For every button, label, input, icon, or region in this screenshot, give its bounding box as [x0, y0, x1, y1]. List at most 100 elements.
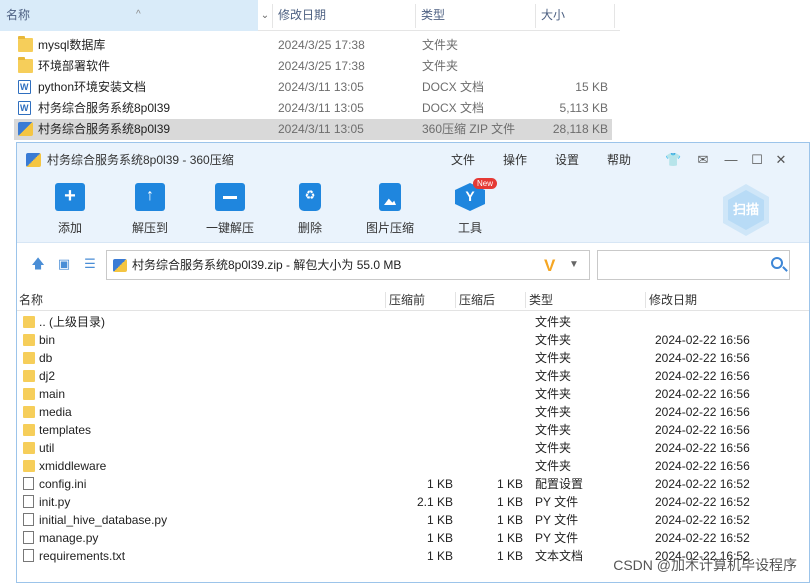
file-type: PY 文件 [535, 495, 579, 509]
maximize-button[interactable]: ☐ [749, 152, 765, 168]
app-icon [26, 153, 41, 167]
file-name: .. (上级目录) [39, 315, 105, 329]
column-modified[interactable]: 修改日期 [649, 289, 697, 311]
trash-icon [299, 183, 321, 211]
folder-icon [23, 424, 35, 436]
feedback-icon[interactable]: ✉ [695, 152, 711, 168]
column-name[interactable]: ^ 名称 [0, 0, 258, 31]
size-after: 1 KB [496, 477, 523, 491]
folder-icon [18, 36, 33, 52]
file-type: 文件夹 [535, 351, 572, 365]
column-type[interactable]: 类型 [529, 289, 553, 311]
list-item[interactable]: bin 文件夹 2024-02-22 16:56 [17, 331, 809, 349]
minimize-button[interactable]: — [723, 152, 739, 168]
list-item[interactable]: config.ini 1 KB 1 KB 配置设置 2024-02-22 16:52 [17, 475, 809, 493]
size-before: 1 KB [426, 549, 453, 563]
explorer-row[interactable]: python环境安装文档 2024/3/11 13:05 DOCX 文档 15 … [14, 77, 612, 98]
file-name: db [39, 351, 53, 365]
folder-icon [23, 406, 35, 418]
extract-to-button[interactable]: 解压到 [115, 183, 185, 236]
image-compress-button[interactable]: 图片压缩 [355, 183, 425, 236]
list-item[interactable]: .. (上级目录) 文件夹 [17, 313, 809, 331]
list-item[interactable]: dj2 文件夹 2024-02-22 16:56 [17, 367, 809, 385]
menu-help[interactable]: 帮助 [607, 143, 631, 177]
list-item[interactable]: db 文件夹 2024-02-22 16:56 [17, 349, 809, 367]
menu-operate[interactable]: 操作 [503, 143, 527, 177]
file-modified: 2024-02-22 16:56 [655, 369, 750, 383]
file-modified: 2024-02-22 16:56 [655, 423, 750, 437]
column-name[interactable]: 名称 [19, 289, 43, 311]
up-level-icon[interactable]: 🡅 [31, 257, 45, 271]
thumbnail-view-icon[interactable]: ▣ [57, 257, 71, 271]
file-name: init.py [39, 495, 71, 509]
file-name: util [39, 441, 55, 455]
file-type: 文件夹 [535, 369, 572, 383]
list-item[interactable]: util 文件夹 2024-02-22 16:56 [17, 439, 809, 457]
add-button[interactable]: 添加 [35, 183, 105, 236]
column-size[interactable]: 大小 [535, 0, 613, 31]
file-name: media [39, 405, 72, 419]
tools-button[interactable]: 工具 [435, 183, 505, 236]
file-type: PY 文件 [535, 531, 579, 545]
search-input[interactable] [597, 250, 790, 280]
file-type: 文件夹 [535, 333, 572, 347]
sort-ascending-icon: ^ [136, 9, 141, 20]
file-name: manage.py [39, 531, 99, 545]
explorer-row[interactable]: 环境部署软件 2024/3/25 17:38 文件夹 [14, 56, 612, 77]
size-before: 1 KB [426, 531, 453, 545]
archive-window: 村务综合服务系统8p0l39 - 360压缩 文件 操作 设置 帮助 👕 ✉ —… [16, 142, 810, 583]
file-type: 配置设置 [535, 477, 584, 491]
list-view-icon[interactable]: ☰ [83, 257, 97, 271]
file-name: requirements.txt [39, 549, 126, 563]
size-after: 1 KB [496, 531, 523, 545]
skin-icon[interactable]: 👕 [665, 152, 681, 168]
folder-icon [23, 370, 35, 382]
file-modified: 2024-02-22 16:56 [655, 351, 750, 365]
list-item[interactable]: initial_hive_database.py 1 KB 1 KB PY 文件 202… [17, 511, 809, 529]
address-bar-row: 🡅 ▣ ☰ 村务综合服务系统8p0l39.zip - 解包大小为 55.0 MB… [17, 243, 809, 286]
file-name: dj2 [39, 369, 56, 383]
size-after: 1 KB [496, 549, 523, 563]
file-icon [23, 513, 34, 526]
size-after: 1 KB [496, 513, 523, 527]
search-icon[interactable] [771, 257, 783, 269]
column-after[interactable]: 压缩后 [459, 289, 495, 311]
chevron-down-icon[interactable]: ▼ [569, 251, 579, 279]
title-bar[interactable]: 村务综合服务系统8p0l39 - 360压缩 文件 操作 设置 帮助 👕 ✉ —… [17, 143, 809, 177]
list-item[interactable]: main 文件夹 2024-02-22 16:56 [17, 385, 809, 403]
toolbar: 添加 解压到 一键解压 删除 图片压缩 工具 New 扫描 [17, 177, 809, 243]
window-title: 村务综合服务系统8p0l39 - 360压缩 [47, 153, 234, 167]
file-name: templates [39, 423, 92, 437]
column-before[interactable]: 压缩前 [389, 289, 425, 311]
close-button[interactable]: ✕ [773, 152, 789, 168]
file-type: 文本文档 [535, 549, 584, 563]
menu-settings[interactable]: 设置 [555, 143, 579, 177]
list-item[interactable]: media 文件夹 2024-02-22 16:56 [17, 403, 809, 421]
folder-icon [23, 442, 35, 454]
file-icon [23, 477, 34, 490]
file-type: 文件夹 [535, 423, 572, 437]
new-badge: New [473, 178, 498, 189]
file-modified: 2024-02-22 16:52 [655, 513, 750, 527]
size-before: 1 KB [426, 513, 453, 527]
column-chevron-icon[interactable]: ⌄ [258, 0, 272, 31]
list-item[interactable]: templates 文件夹 2024-02-22 16:56 [17, 421, 809, 439]
explorer-row[interactable]: 村务综合服务系统8p0l39 2024/3/11 13:05 DOCX 文档 5… [14, 98, 612, 119]
column-modified[interactable]: 修改日期 [272, 0, 414, 31]
column-type[interactable]: 类型 [415, 0, 535, 31]
list-item[interactable]: init.py 2.1 KB 1 KB PY 文件 2024-02-22 16:52 [17, 493, 809, 511]
archive-path-field[interactable]: 村务综合服务系统8p0l39.zip - 解包大小为 55.0 MB V ▼ [106, 250, 590, 280]
explorer-row[interactable]: mysql数据库 2024/3/25 17:38 文件夹 [14, 35, 612, 56]
image-file-icon [379, 183, 401, 211]
file-name: bin [39, 333, 56, 347]
menu-file[interactable]: 文件 [451, 143, 475, 177]
v-logo-icon[interactable]: V [544, 253, 555, 279]
list-item[interactable]: xmiddleware 文件夹 2024-02-22 16:56 [17, 457, 809, 475]
word-doc-icon [18, 77, 31, 98]
delete-button[interactable]: 删除 [275, 183, 345, 236]
list-item[interactable]: manage.py 1 KB 1 KB PY 文件 2024-02-22 16:52 [17, 529, 809, 547]
add-folder-icon [55, 183, 85, 211]
explorer-row-selected[interactable]: 村务综合服务系统8p0l39 2024/3/11 13:05 360压缩 ZIP… [14, 119, 612, 140]
file-name: main [39, 387, 66, 401]
one-click-extract-button[interactable]: 一键解压 [195, 183, 265, 236]
